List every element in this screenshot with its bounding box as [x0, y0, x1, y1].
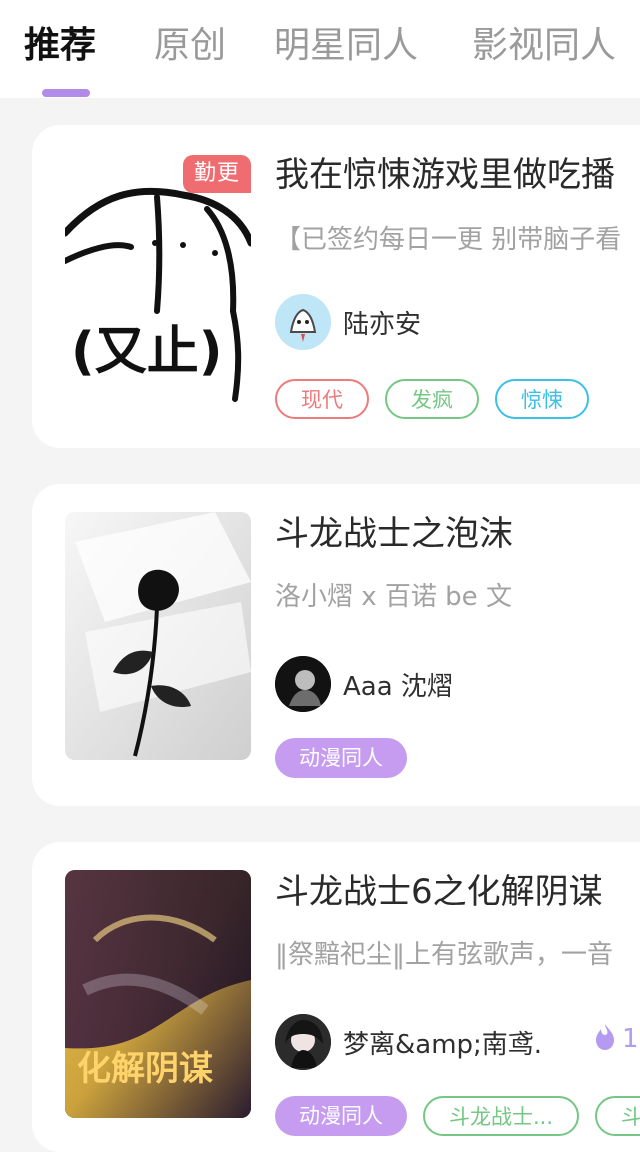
book-card[interactable]: 斗龙战士之泡沫 洛小熠 x 百诺 be 文 Aaa 沈熠 动漫同人 [32, 484, 640, 806]
book-summary: ‖祭黯祀尘‖上有弦歌声，一音 [275, 940, 614, 970]
book-summary: 【已签约每日一更 别带脑子看 [275, 225, 622, 255]
tag-chip[interactable]: 动漫同人 [275, 738, 407, 778]
tag-chip[interactable]: 现代 [275, 379, 369, 419]
avatar[interactable] [275, 1014, 331, 1070]
tag-chip[interactable]: 斗龙 [595, 1096, 640, 1136]
flame-svg [596, 1024, 614, 1050]
cover-art [65, 512, 251, 760]
hot-count-text: 1 [622, 1024, 639, 1054]
tag-list: 动漫同人 [275, 738, 407, 780]
tag-chip[interactable]: 动漫同人 [275, 1096, 407, 1136]
book-card[interactable]: (又止) 勤更 我在惊悚游戏里做吃播 【已签约每日一更 别带脑子看 陆亦安 现代… [32, 125, 640, 448]
tag-list: 现代 发疯 惊悚 [275, 379, 589, 421]
book-cover[interactable]: 化解阴谋 [65, 870, 251, 1118]
book-title[interactable]: 斗龙战士之泡沫 [275, 512, 513, 556]
tab-film-tv-fanfic[interactable]: 影视同人 [472, 18, 616, 74]
flame-icon [594, 1023, 616, 1055]
cover-caption: (又止) [71, 322, 223, 382]
author-name: 梦离&amp;南鸢. [343, 1029, 543, 1060]
active-tab-indicator [42, 89, 90, 97]
tag-chip[interactable]: 惊悚 [495, 379, 589, 419]
author-row[interactable]: Aaa 沈熠 [275, 655, 453, 713]
tag-chip[interactable]: 斗龙战士... [423, 1096, 580, 1136]
avatar-image [275, 656, 331, 712]
tag-list: 动漫同人 斗龙战士... 斗龙 [275, 1096, 640, 1138]
book-card[interactable]: 化解阴谋 斗龙战士6之化解阴谋 ‖祭黯祀尘‖上有弦歌声，一音 梦离&amp;南鸢… [32, 842, 640, 1152]
avatar-image [275, 1014, 331, 1070]
avatar[interactable] [275, 656, 331, 712]
tab-recommend[interactable]: 推荐 [24, 18, 96, 74]
tab-star-fanfic[interactable]: 明星同人 [274, 18, 418, 74]
book-title[interactable]: 斗龙战士6之化解阴谋 [275, 870, 603, 914]
avatar-image [275, 294, 331, 350]
author-row[interactable]: 陆亦安 [275, 293, 421, 351]
cover-art: 化解阴谋 [65, 870, 251, 1118]
cover-title-art: 化解阴谋 [77, 1049, 213, 1089]
tag-chip[interactable]: 发疯 [385, 379, 479, 419]
book-title[interactable]: 我在惊悚游戏里做吃播 [275, 153, 615, 197]
tab-original[interactable]: 原创 [154, 18, 226, 74]
author-row[interactable]: 梦离&amp;南鸢. [275, 1013, 542, 1071]
author-name: 陆亦安 [343, 309, 422, 340]
book-summary: 洛小熠 x 百诺 be 文 [275, 582, 512, 612]
avatar[interactable] [275, 294, 331, 350]
hot-count: 1 [594, 1019, 639, 1059]
frequent-update-badge: 勤更 [183, 155, 251, 193]
author-name: Aaa 沈熠 [343, 671, 453, 702]
book-cover[interactable] [65, 512, 251, 760]
top-tabs: 推荐 原创 明星同人 影视同人 [0, 0, 640, 98]
